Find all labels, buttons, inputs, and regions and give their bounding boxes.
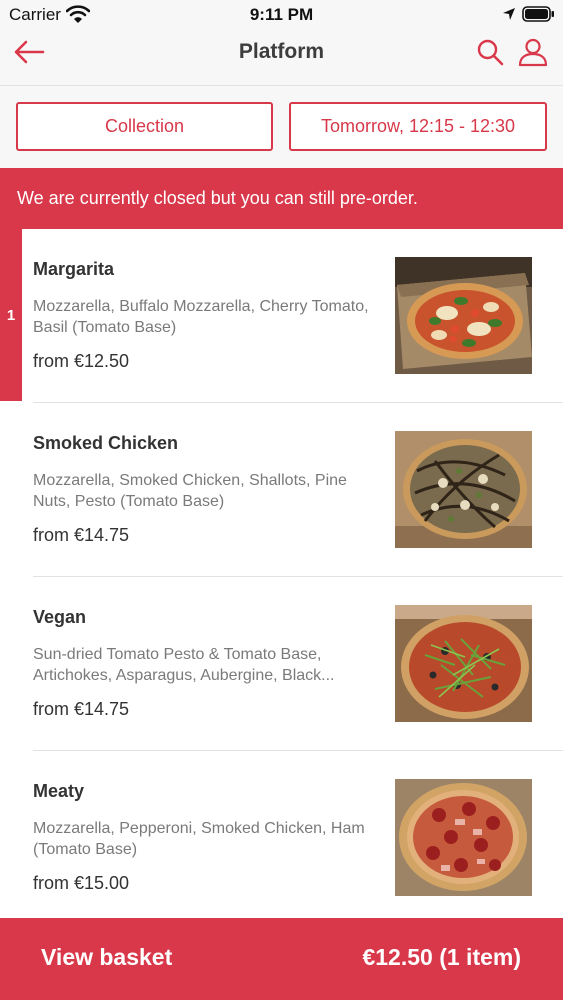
menu-item-meaty[interactable]: Meaty Mozzarella, Pepperoni, Smoked Chic… bbox=[0, 751, 563, 925]
menu-item-smoked-chicken[interactable]: Smoked Chicken Mozzarella, Smoked Chicke… bbox=[0, 403, 563, 577]
item-price: from €15.00 bbox=[33, 873, 130, 893]
item-name: Vegan bbox=[33, 607, 87, 627]
item-price: from €12.50 bbox=[33, 351, 130, 371]
margarita-pizza-photo bbox=[395, 257, 532, 374]
item-description: Mozzarella, Buffalo Mozzarella, Cherry T… bbox=[33, 298, 369, 336]
item-description: Sun-dried Tomato Pesto & Tomato Base, Ar… bbox=[33, 646, 335, 684]
time-slot-button[interactable]: Tomorrow, 12:15 - 12:30 bbox=[289, 102, 547, 151]
item-description: Mozzarella, Pepperoni, Smoked Chicken, H… bbox=[33, 820, 365, 858]
location-icon bbox=[503, 8, 515, 20]
status-time: 9:11 PM bbox=[249, 5, 314, 24]
item-name: Margarita bbox=[33, 259, 115, 279]
meaty-pizza-photo bbox=[395, 779, 532, 896]
view-basket-button[interactable]: View basket €12.50 (1 item) bbox=[0, 918, 563, 1000]
item-description: Mozzarella, Smoked Chicken, Shallots, Pi… bbox=[33, 472, 347, 510]
item-price: from €14.75 bbox=[33, 525, 130, 545]
status-bar: Carrier 9:11 PM bbox=[0, 0, 563, 30]
vegan-pizza-photo bbox=[395, 605, 532, 722]
item-name: Smoked Chicken bbox=[33, 433, 179, 453]
item-price: from €14.75 bbox=[33, 699, 130, 719]
basket-label: View basket bbox=[41, 944, 173, 970]
collection-button[interactable]: Collection bbox=[16, 102, 273, 151]
smoked-chicken-pizza-photo bbox=[395, 431, 532, 548]
closed-banner: We are currently closed but you can stil… bbox=[0, 168, 563, 229]
user-icon[interactable] bbox=[518, 37, 548, 67]
order-options: Collection Tomorrow, 12:15 - 12:30 bbox=[0, 86, 563, 168]
search-icon[interactable] bbox=[476, 38, 504, 66]
quantity-badge: 1 bbox=[0, 229, 22, 401]
basket-total: €12.50 (1 item) bbox=[362, 944, 521, 970]
nav-bar: Platform bbox=[0, 30, 563, 86]
menu-item-margarita[interactable]: 1 Margarita Mozzarella, Buffalo Mozzarel… bbox=[0, 229, 563, 403]
menu-item-vegan[interactable]: Vegan Sun-dried Tomato Pesto & Tomato Ba… bbox=[0, 577, 563, 751]
menu-list: 1 Margarita Mozzarella, Buffalo Mozzarel… bbox=[0, 229, 563, 925]
item-name: Meaty bbox=[33, 781, 85, 801]
battery-icon bbox=[522, 6, 554, 22]
